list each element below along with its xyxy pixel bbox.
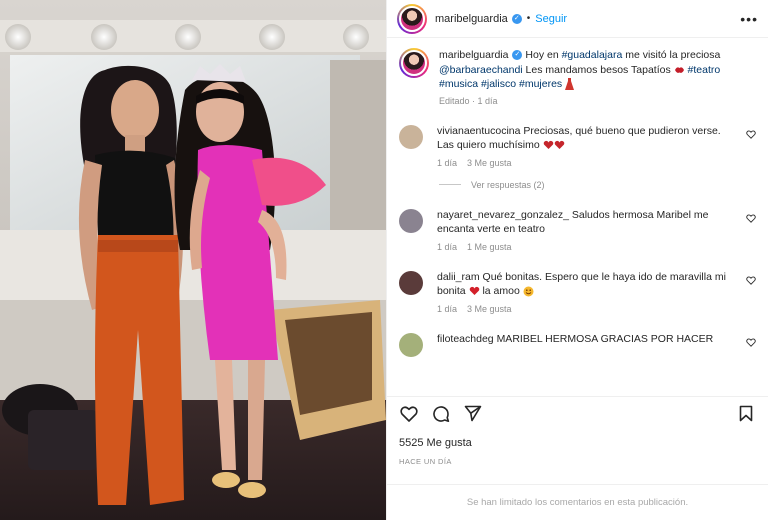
comment-text: nayaret_nevarez_gonzalez_ Saludos hermos… bbox=[437, 208, 737, 237]
separator-dot: • bbox=[526, 13, 531, 24]
comment-text: vivianaentucocina Preciosas, qué bueno q… bbox=[437, 124, 737, 153]
author-username[interactable]: maribelguardia bbox=[435, 13, 508, 25]
comment-item: vivianaentucocina Preciosas, qué bueno q… bbox=[399, 124, 756, 168]
hashtag-link[interactable]: #jalisco bbox=[481, 78, 516, 90]
comment-meta: 1 día 3 Me gusta bbox=[437, 304, 737, 314]
commenter-username[interactable]: dalii_ram bbox=[437, 271, 480, 283]
author-avatar[interactable] bbox=[397, 3, 427, 34]
comment-meta: 1 día 1 Me gusta bbox=[437, 242, 737, 252]
comment-likes[interactable]: 3 Me gusta bbox=[467, 158, 512, 168]
post-header: maribelguardia ✓ • Seguir ••• bbox=[387, 0, 768, 38]
post-date: HACE UN DÍA bbox=[399, 457, 452, 466]
verified-badge-icon: ✓ bbox=[512, 50, 523, 61]
comments-limited-notice: Se han limitado los comentarios en esta … bbox=[387, 484, 768, 520]
comment-text: filoteachdeg MARIBEL HERMOSA GRACIAS POR… bbox=[437, 332, 737, 347]
comment-like-heart-icon[interactable] bbox=[746, 214, 756, 223]
view-replies-button[interactable]: Ver respuestas (2) bbox=[439, 180, 756, 190]
comment-time: 1 día bbox=[437, 241, 458, 252]
commenter-avatar[interactable] bbox=[399, 208, 423, 233]
verified-badge-icon: ✓ bbox=[511, 13, 522, 24]
commenter-username[interactable]: vivianaentucocina bbox=[437, 125, 520, 137]
hashtag-link[interactable]: #teatro bbox=[688, 64, 721, 76]
dress-emoji-icon bbox=[565, 78, 575, 91]
comments-section[interactable]: maribelguardia ✓ Hoy en #guadalajara me v… bbox=[387, 48, 768, 388]
commenter-avatar[interactable] bbox=[399, 124, 423, 149]
replies-line bbox=[439, 184, 461, 185]
hashtag-link[interactable]: #mujeres bbox=[519, 78, 562, 90]
comment-item: dalii_ram Qué bonitas. Espero que le hay… bbox=[399, 270, 756, 314]
share-icon[interactable] bbox=[461, 402, 485, 426]
mention-link[interactable]: @barbaraechandi bbox=[439, 64, 523, 76]
comment-body: Qué bonitas. Espero que le haya ido de m… bbox=[437, 270, 726, 298]
commenter-avatar[interactable] bbox=[399, 332, 423, 357]
red-heart-emoji-icon bbox=[554, 141, 564, 150]
comment-meta: 1 día 3 Me gusta bbox=[437, 158, 737, 168]
post-caption: maribelguardia ✓ Hoy en #guadalajara me v… bbox=[399, 48, 756, 92]
caption-time: 1 día bbox=[477, 95, 498, 106]
edited-label: Editado bbox=[439, 95, 470, 106]
red-heart-emoji-icon bbox=[543, 141, 553, 150]
comment-likes[interactable]: 3 Me gusta bbox=[467, 304, 512, 314]
red-heart-emoji-icon bbox=[469, 287, 479, 296]
comment-body-2: la amoo bbox=[482, 285, 520, 297]
comment-likes[interactable]: 1 Me gusta bbox=[467, 242, 512, 252]
post-actions-bar bbox=[387, 396, 768, 430]
caption-username[interactable]: maribelguardia bbox=[439, 49, 508, 61]
comment-body-2: Las quiero muchísimo bbox=[437, 139, 540, 151]
caption-avatar[interactable] bbox=[399, 48, 429, 78]
likes-count[interactable]: 5525 Me gusta bbox=[399, 437, 472, 449]
commenter-avatar[interactable] bbox=[399, 270, 423, 295]
caption-meta: Editado · 1 día bbox=[439, 95, 498, 106]
caption-text: maribelguardia ✓ Hoy en #guadalajara me v… bbox=[439, 48, 739, 92]
hashtag-link[interactable]: #musica bbox=[439, 78, 478, 90]
comment-time: 1 día bbox=[437, 157, 458, 168]
comment-text: dalii_ram Qué bonitas. Espero que le hay… bbox=[437, 270, 737, 299]
comment-like-heart-icon[interactable] bbox=[746, 276, 756, 285]
comment-item: filoteachdeg MARIBEL HERMOSA GRACIAS POR… bbox=[399, 332, 756, 357]
comment-body: MARIBEL HERMOSA GRACIAS POR HACER bbox=[496, 332, 714, 345]
kiss-mark-emoji-icon bbox=[674, 67, 684, 73]
bookmark-icon[interactable] bbox=[734, 402, 758, 426]
caption-part: Les mandamos besos Tapatíos bbox=[522, 63, 674, 76]
more-options-icon[interactable]: ••• bbox=[740, 11, 758, 27]
comment-body: Preciosas, qué bueno que pudieron verse. bbox=[523, 124, 721, 137]
comment-like-heart-icon[interactable] bbox=[746, 130, 756, 139]
photo-illustration bbox=[0, 0, 386, 520]
heart-icon[interactable] bbox=[397, 402, 421, 426]
commenter-username[interactable]: nayaret_nevarez_gonzalez_ bbox=[437, 209, 569, 221]
comment-like-heart-icon[interactable] bbox=[746, 338, 756, 347]
caption-part: me visitó la preciosa bbox=[622, 49, 721, 61]
commenter-username[interactable]: filoteachdeg bbox=[437, 333, 494, 345]
hashtag-link[interactable]: #guadalajara bbox=[562, 49, 623, 61]
comment-item: nayaret_nevarez_gonzalez_ Saludos hermos… bbox=[399, 208, 756, 252]
comment-time: 1 día bbox=[437, 303, 458, 314]
caption-part: Hoy en bbox=[525, 49, 562, 61]
post-sidebar: maribelguardia ✓ • Seguir ••• maribelgua… bbox=[386, 0, 768, 520]
comment-icon[interactable] bbox=[429, 402, 453, 426]
smile-emoji-icon bbox=[523, 286, 534, 297]
follow-button[interactable]: Seguir bbox=[535, 13, 567, 25]
view-replies-label[interactable]: Ver respuestas (2) bbox=[471, 180, 545, 190]
post-photo[interactable] bbox=[0, 0, 386, 520]
